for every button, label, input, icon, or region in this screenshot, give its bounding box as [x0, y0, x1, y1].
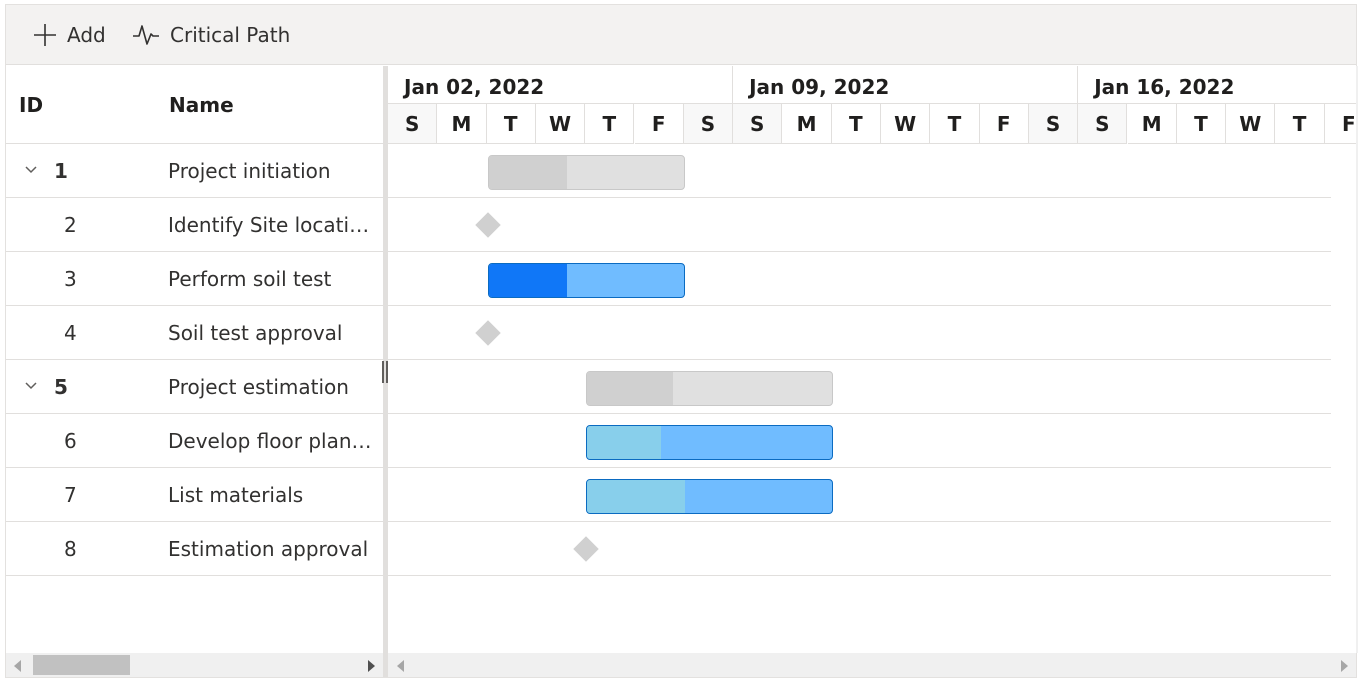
day-header: S: [733, 104, 783, 144]
task-name: Estimation approval: [168, 537, 369, 561]
task-id: 5: [54, 375, 68, 399]
task-name: List materials: [168, 483, 304, 507]
task-id: 4: [64, 321, 77, 345]
gantt-chart: Add Critical Path ID Name 1 Project initi…: [5, 4, 1358, 678]
task-name: Project initiation: [168, 159, 331, 183]
day-header: S: [683, 104, 734, 144]
day-header: S: [1028, 104, 1079, 144]
table-row[interactable]: 6 Develop floor plan f...: [6, 414, 383, 468]
task-progress: [488, 156, 567, 189]
task-bar[interactable]: [586, 479, 833, 514]
day-header: W: [535, 104, 586, 144]
add-button-label: Add: [67, 23, 106, 47]
chevron-down-icon[interactable]: [22, 377, 40, 395]
task-name: Perform soil test: [168, 267, 332, 291]
add-button[interactable]: Add: [33, 19, 106, 51]
day-header: T: [486, 104, 536, 144]
summary-task-bar[interactable]: [487, 155, 685, 190]
table-row[interactable]: 7 List materials: [6, 468, 383, 522]
toolbar: Add Critical Path: [6, 5, 1356, 65]
plus-icon: [34, 24, 56, 46]
week-header: Jan 02, 2022: [388, 66, 734, 104]
chart-row: [388, 198, 1331, 252]
task-grid: ID Name 1 Project initiation 2 Identify Sit…: [6, 66, 383, 653]
day-header: F: [1324, 104, 1356, 144]
day-header: T: [585, 104, 635, 144]
grid-header: ID Name: [6, 66, 383, 144]
task-progress: [488, 264, 567, 297]
day-header: T: [1275, 104, 1325, 144]
critical-path-button[interactable]: Critical Path: [132, 19, 290, 51]
table-row[interactable]: 5 Project estimation: [6, 360, 383, 414]
vertical-scrollbar-track[interactable]: [1356, 66, 1358, 653]
day-header: T: [930, 104, 980, 144]
task-id: 1: [54, 159, 68, 183]
task-progress: [587, 480, 685, 513]
table-row[interactable]: 4 Soil test approval: [6, 306, 383, 360]
grid-scroll-thumb[interactable]: [33, 655, 130, 675]
chart-horizontal-scrollbar[interactable]: [388, 653, 1356, 677]
chart-row: [388, 306, 1331, 360]
chevron-down-icon[interactable]: [22, 161, 40, 179]
task-name: Project estimation: [168, 375, 349, 399]
chart-row: [388, 522, 1331, 576]
day-header: M: [437, 104, 487, 144]
task-name: Develop floor plan f...: [168, 429, 373, 453]
week-label: Jan 16, 2022: [1094, 75, 1235, 99]
task-bar[interactable]: [487, 263, 685, 298]
grid-horizontal-scrollbar[interactable]: [6, 653, 383, 677]
task-id: 2: [64, 213, 77, 237]
critical-path-label: Critical Path: [170, 23, 291, 47]
chart-row: [388, 468, 1331, 522]
week-header: Jan 09, 2022: [733, 66, 1079, 104]
day-header: M: [782, 104, 832, 144]
chart-row: [388, 414, 1331, 468]
day-header: W: [881, 104, 931, 144]
scroll-left-arrow-icon[interactable]: [14, 660, 21, 672]
day-header: F: [634, 104, 684, 144]
name-column-header[interactable]: Name: [169, 93, 234, 117]
table-row[interactable]: 8 Estimation approval: [6, 522, 383, 576]
day-header: S: [1078, 104, 1128, 144]
day-header: W: [1226, 104, 1276, 144]
week-header: Jan 16, 2022: [1078, 66, 1356, 104]
table-row[interactable]: 2 Identify Site location: [6, 198, 383, 252]
task-bar[interactable]: [586, 425, 833, 460]
task-progress: [587, 372, 673, 405]
chart-row: [388, 360, 1331, 414]
chart-scroll-right-arrow-icon[interactable]: [1341, 660, 1348, 672]
table-row[interactable]: 3 Perform soil test: [6, 252, 383, 306]
chart-scroll-left-arrow-icon[interactable]: [397, 660, 404, 672]
task-progress: [587, 426, 661, 459]
task-name: Identify Site location: [168, 213, 373, 237]
day-header: S: [388, 104, 438, 144]
task-id: 6: [64, 429, 77, 453]
task-name: Soil test approval: [168, 321, 343, 345]
activity-pulse-icon: [133, 25, 159, 45]
day-header: T: [831, 104, 881, 144]
day-header: T: [1176, 104, 1227, 144]
task-id: 3: [64, 267, 77, 291]
day-header: M: [1127, 104, 1177, 144]
id-column-header[interactable]: ID: [19, 93, 43, 117]
summary-task-bar[interactable]: [586, 371, 833, 406]
timeline-chart: Jan 02, 2022 Jan 09, 2022 Jan 16, 2022 S M T W…: [388, 66, 1356, 653]
week-label: Jan 02, 2022: [404, 75, 545, 99]
day-header: F: [979, 104, 1029, 144]
task-id: 7: [64, 483, 77, 507]
table-row[interactable]: 1 Project initiation: [6, 144, 383, 198]
task-id: 8: [64, 537, 77, 561]
scroll-right-arrow-icon[interactable]: [368, 660, 375, 672]
week-label: Jan 09, 2022: [749, 75, 890, 99]
